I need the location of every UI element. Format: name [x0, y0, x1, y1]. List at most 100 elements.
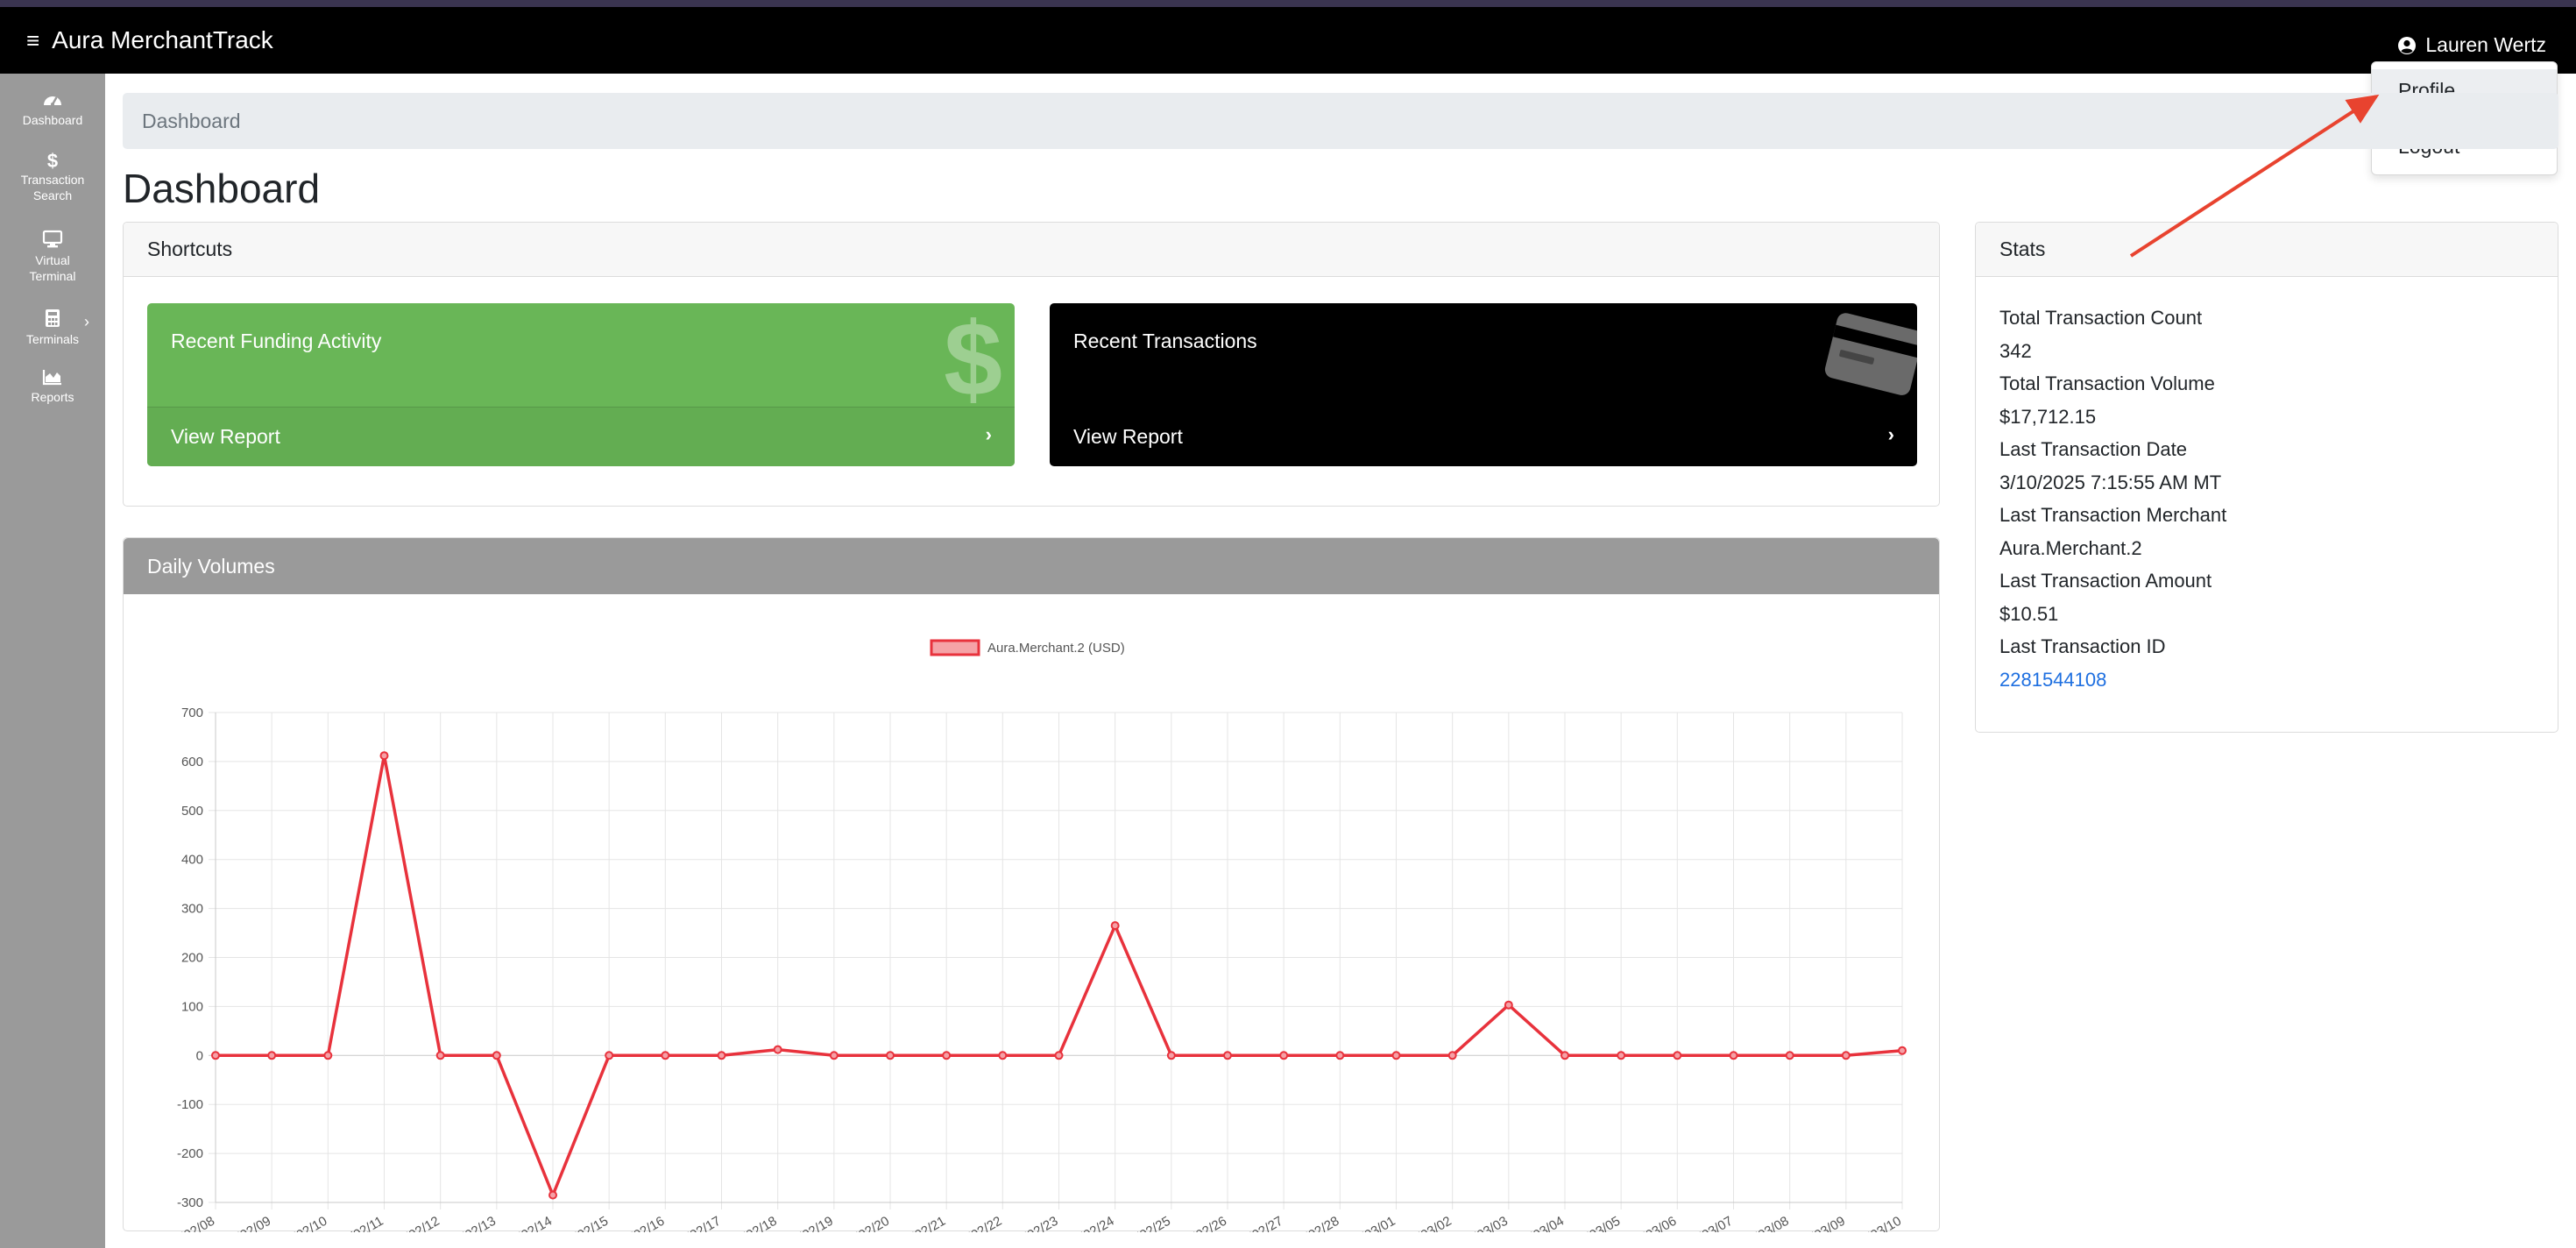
legend-label: Aura.Merchant.2 (USD)	[987, 641, 1125, 656]
x-tick-label: 2025/02/23	[996, 1214, 1061, 1232]
data-point	[1898, 1046, 1907, 1055]
view-report-label: View Report	[1073, 425, 1183, 448]
stat-value: Aura.Merchant.2	[1999, 536, 2142, 559]
x-tick-label: 2025/02/26	[1164, 1214, 1229, 1232]
sidebar-item-label: Reports	[31, 390, 74, 404]
tile-title: Recent Transactions	[1073, 330, 1257, 352]
x-tick-label: 2025/02/15	[547, 1214, 612, 1232]
data-point	[1504, 1000, 1513, 1010]
data-point	[886, 1051, 895, 1060]
y-tick-label: 200	[181, 951, 203, 966]
stats-list: Total Transaction Count 342 Total Transa…	[1999, 301, 2226, 696]
stat-value: 3/10/2025 7:15:55 AM MT	[1999, 471, 2222, 493]
data-point	[435, 1051, 445, 1060]
x-tick-label: 2025/02/18	[715, 1214, 780, 1232]
data-point	[1841, 1051, 1851, 1060]
y-tick-label: 400	[181, 853, 203, 868]
data-point	[211, 1051, 220, 1060]
hamburger-icon[interactable]: ≡	[26, 27, 39, 54]
x-tick-label: 2025/02/20	[827, 1214, 892, 1232]
stat-label: Total Transaction Count	[1999, 307, 2203, 329]
recent-funding-tile[interactable]: Recent Funding Activity $ View Report ›	[147, 303, 1015, 466]
y-tick-label: 500	[181, 804, 203, 819]
x-tick-label: 2025/03/05	[1559, 1214, 1624, 1232]
transaction-id-link[interactable]: 2281544108	[1999, 663, 2226, 697]
stat-value: $17,712.15	[1999, 405, 2097, 428]
sidebar-item-label: Virtual Terminal	[29, 253, 76, 283]
data-point	[1729, 1051, 1738, 1060]
x-tick-label: 2025/02/21	[884, 1214, 949, 1232]
shortcuts-card: Shortcuts Recent Funding Activity $ View…	[123, 222, 1940, 507]
data-point	[1166, 1051, 1176, 1060]
calculator-icon	[46, 309, 60, 327]
credit-card-icon	[1821, 303, 1917, 413]
daily-volumes-chart-area: 700 600 500 400 300 200 100 0 -100 -200 -300 2025/0…	[124, 594, 1941, 1248]
sidebar-item-terminals[interactable]: › Terminals	[0, 308, 105, 347]
data-point	[998, 1051, 1008, 1060]
sidebar-item-label: Terminals	[26, 332, 79, 346]
x-tick-label: 2025/02/10	[265, 1214, 330, 1232]
data-point	[661, 1051, 670, 1060]
y-tick-label: -100	[177, 1097, 203, 1112]
area-chart-icon	[42, 370, 61, 386]
stats-card: Stats Total Transaction Count 342 Total …	[1975, 222, 2558, 733]
data-point	[1391, 1051, 1401, 1060]
view-report-link[interactable]: View Report ›	[1050, 407, 1917, 466]
x-tick-label: 2025/03/02	[1390, 1214, 1454, 1232]
x-tick-label: 2025/03/07	[1671, 1214, 1736, 1232]
x-tick-label: 2025/02/13	[434, 1214, 499, 1232]
chevron-right-icon: ›	[1887, 423, 1894, 445]
data-point	[829, 1051, 839, 1060]
stat-label: Last Transaction Amount	[1999, 570, 2212, 592]
data-point	[323, 1051, 333, 1060]
view-report-link[interactable]: View Report ›	[147, 407, 1015, 466]
x-tick-label: 2025/03/03	[1446, 1214, 1511, 1232]
x-tick-label: 2025/03/08	[1727, 1214, 1792, 1232]
x-tick-label: 2025/02/28	[1277, 1214, 1342, 1232]
y-tick-label: 300	[181, 902, 203, 917]
x-tick-label: 2025/03/01	[1334, 1214, 1398, 1232]
chevron-right-icon: ›	[985, 423, 992, 445]
sidebar-item-transaction-search[interactable]: $ Transaction Search	[0, 151, 105, 203]
recent-transactions-tile[interactable]: Recent Transactions View Report ›	[1050, 303, 1917, 466]
x-tick-label: 2025/02/09	[209, 1214, 274, 1232]
legend-swatch	[930, 639, 980, 656]
tile-title: Recent Funding Activity	[171, 330, 382, 352]
data-point	[1054, 1051, 1064, 1060]
x-tick-label: 2025/02/16	[603, 1214, 668, 1232]
data-point	[1447, 1051, 1457, 1060]
data-point	[267, 1051, 277, 1060]
y-tick-label: 600	[181, 755, 203, 769]
sidebar: Dashboard $ Transaction Search Virtual T…	[0, 74, 105, 1248]
sidebar-item-reports[interactable]: Reports	[0, 368, 105, 405]
stat-label: Total Transaction Volume	[1999, 372, 2215, 394]
data-point	[605, 1051, 614, 1060]
daily-volumes-header: Daily Volumes	[124, 538, 1939, 594]
brand[interactable]: ≡ Aura MerchantTrack	[26, 26, 273, 54]
data-point	[942, 1051, 952, 1060]
speedometer-icon	[44, 96, 61, 106]
stat-value: 342	[1999, 339, 2032, 362]
sidebar-item-dashboard[interactable]: Dashboard	[0, 91, 105, 128]
y-tick-label: -200	[177, 1146, 203, 1161]
shortcuts-header: Shortcuts	[124, 223, 1939, 277]
daily-volumes-chart: 700 600 500 400 300 200 100 0 -100 -200 -300 2025/0…	[152, 639, 1907, 1248]
data-point	[1223, 1051, 1232, 1060]
app-title: Aura MerchantTrack	[52, 26, 273, 53]
view-report-label: View Report	[171, 425, 280, 448]
data-point	[1560, 1051, 1569, 1060]
data-point	[548, 1190, 557, 1200]
dollar-icon: $	[944, 303, 1002, 418]
window-top-strip	[0, 0, 2576, 7]
monitor-icon	[42, 230, 63, 248]
user-menu-toggle[interactable]: Lauren Wertz	[2397, 33, 2546, 57]
y-tick-label: 700	[181, 706, 203, 720]
x-tick-label: 2025/02/27	[1221, 1214, 1286, 1232]
breadcrumb-item[interactable]: Dashboard	[142, 110, 241, 133]
stats-header: Stats	[1976, 223, 2558, 277]
x-tick-label: 2025/03/04	[1502, 1214, 1567, 1232]
data-point	[1785, 1051, 1794, 1060]
stat-label: Last Transaction Date	[1999, 438, 2188, 460]
sidebar-item-virtual-terminal[interactable]: Virtual Terminal	[0, 230, 105, 284]
user-name: Lauren Wertz	[2425, 33, 2546, 56]
